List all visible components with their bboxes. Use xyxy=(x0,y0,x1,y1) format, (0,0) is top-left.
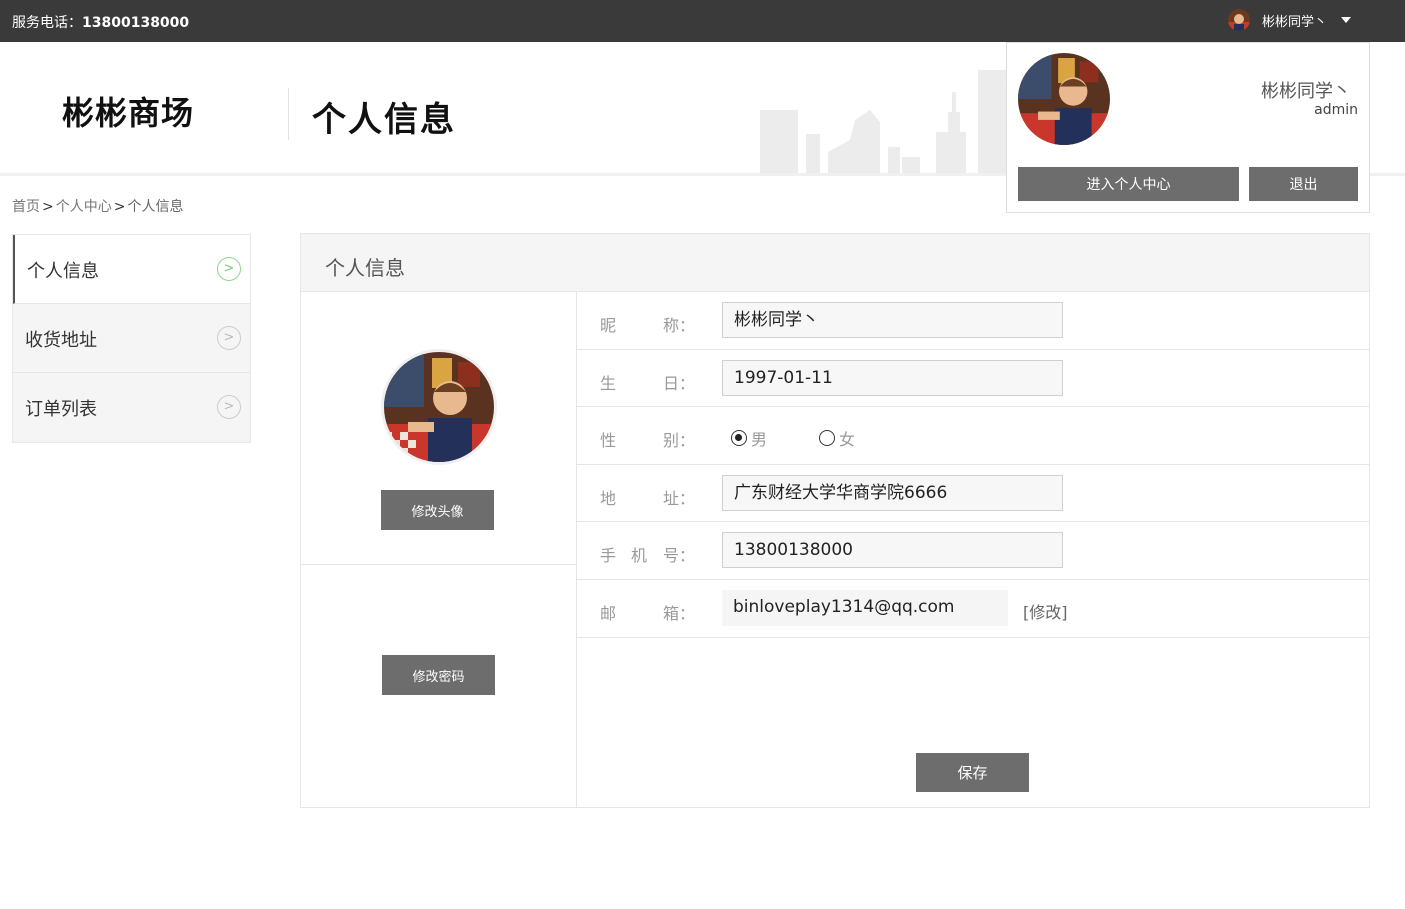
phone-field[interactable]: 13800138000 xyxy=(722,532,1063,569)
chevron-down-icon xyxy=(1341,17,1352,23)
nickname-field[interactable]: 彬彬同学丶 xyxy=(722,302,1063,338)
gender-female-radio[interactable]: 女 xyxy=(819,426,855,450)
sidebar-item-label: 个人信息 xyxy=(27,261,99,282)
avatar-section: 修改头像 xyxy=(301,292,576,565)
email-value: binloveplay1314@qq.com xyxy=(722,589,1008,626)
radio-checked-icon xyxy=(731,430,747,447)
gender-female-label: 女 xyxy=(839,430,856,450)
panel-header: 个人信息 xyxy=(301,234,1369,292)
site-logo[interactable]: 彬彬商场 xyxy=(62,88,194,134)
breadcrumb-current: 个人信息 xyxy=(127,199,184,215)
change-avatar-button[interactable]: 修改头像 xyxy=(381,490,494,530)
gender-male-label: 男 xyxy=(751,430,768,450)
address-field[interactable]: 广东财经大学华商学院6666 xyxy=(722,474,1063,511)
user-dropdown: 彬彬同学丶 admin 进入个人中心 退出 xyxy=(1006,42,1370,213)
save-button[interactable]: 保存 xyxy=(916,753,1029,792)
birthday-label-suffix: 日： xyxy=(663,373,696,393)
page-title: 个人信息 xyxy=(312,100,456,140)
address-label-suffix: 址： xyxy=(663,488,696,508)
nickname-label: 昵 xyxy=(600,316,617,335)
gender-male-radio[interactable]: 男 xyxy=(731,426,767,450)
gender-label: 性 xyxy=(600,431,617,451)
breadcrumb-separator: > xyxy=(113,199,126,215)
dropdown-avatar xyxy=(1018,53,1110,145)
email-label: 邮 xyxy=(600,603,617,623)
username: 彬彬同学丶 xyxy=(1262,14,1328,30)
gender-row: 性 别： 男 女 xyxy=(577,407,1369,465)
user-avatar-large xyxy=(381,349,497,465)
breadcrumb-personal-center[interactable]: 个人中心 xyxy=(56,199,112,215)
top-bar: 服务电话：13800138000 彬彬同学丶 xyxy=(0,0,1405,42)
sidebar-item-label: 收货地址 xyxy=(25,330,97,351)
profile-panel: 个人信息 修改头像 修改密码 昵 称： 彬彬同学丶 生 日： 1997-01-1… xyxy=(300,233,1370,808)
birthday-field[interactable]: 1997-01-11 xyxy=(722,359,1063,396)
sidebar: 个人信息 > 收货地址 > 订单列表 > xyxy=(12,234,251,443)
email-row: 邮 箱： binloveplay1314@qq.com [修改] xyxy=(577,580,1369,638)
profile-form: 昵 称： 彬彬同学丶 生 日： 1997-01-11 性 别： 男 女 地 址：… xyxy=(577,292,1369,792)
phone-label: 手 xyxy=(600,546,617,566)
sidebar-item-orders[interactable]: 订单列表 > xyxy=(13,373,250,442)
logout-button[interactable]: 退出 xyxy=(1249,167,1358,201)
chevron-right-icon: > xyxy=(217,257,241,281)
header-divider xyxy=(288,88,289,140)
breadcrumb-home[interactable]: 首页 xyxy=(12,199,40,215)
breadcrumb-separator: > xyxy=(42,199,54,215)
user-menu-toggle[interactable]: 彬彬同学丶 xyxy=(1228,9,1352,31)
radio-unchecked-icon xyxy=(819,430,835,447)
email-label-suffix: 箱： xyxy=(663,603,696,623)
nickname-row: 昵 称： 彬彬同学丶 xyxy=(577,292,1369,350)
sidebar-item-profile[interactable]: 个人信息 > xyxy=(13,235,250,304)
address-row: 地 址： 广东财经大学华商学院6666 xyxy=(577,465,1369,523)
nickname-label-suffix: 称： xyxy=(663,316,696,335)
breadcrumb: 首页 > 个人中心 > 个人信息 xyxy=(12,196,183,216)
phone-label-middle: 机 xyxy=(631,546,648,566)
birthday-row: 生 日： 1997-01-11 xyxy=(577,350,1369,408)
user-avatar-small xyxy=(1228,9,1250,31)
dropdown-username: 彬彬同学丶 xyxy=(1261,81,1351,102)
phone-number: 13800138000 xyxy=(82,15,190,31)
sidebar-item-address[interactable]: 收货地址 > xyxy=(13,304,250,373)
sidebar-item-label: 订单列表 xyxy=(25,399,97,420)
gender-label-suffix: 别： xyxy=(663,431,696,451)
dropdown-role: admin xyxy=(1314,102,1358,118)
phone-label: 服务电话： xyxy=(12,15,82,31)
personal-center-button[interactable]: 进入个人中心 xyxy=(1018,167,1239,201)
service-phone: 服务电话：13800138000 xyxy=(12,12,189,32)
panel-title: 个人信息 xyxy=(325,256,405,280)
phone-label-suffix: 号： xyxy=(663,546,696,566)
phone-row: 手 机 号： 13800138000 xyxy=(577,522,1369,580)
avatar-column: 修改头像 修改密码 xyxy=(301,292,577,807)
address-label: 地 xyxy=(600,488,617,508)
change-password-button[interactable]: 修改密码 xyxy=(382,655,495,695)
chevron-right-icon: > xyxy=(217,326,241,350)
chevron-right-icon: > xyxy=(217,395,241,419)
birthday-label: 生 xyxy=(600,373,617,393)
city-skyline-decoration xyxy=(760,70,1006,173)
modify-email-link[interactable]: [修改] xyxy=(1023,599,1068,623)
